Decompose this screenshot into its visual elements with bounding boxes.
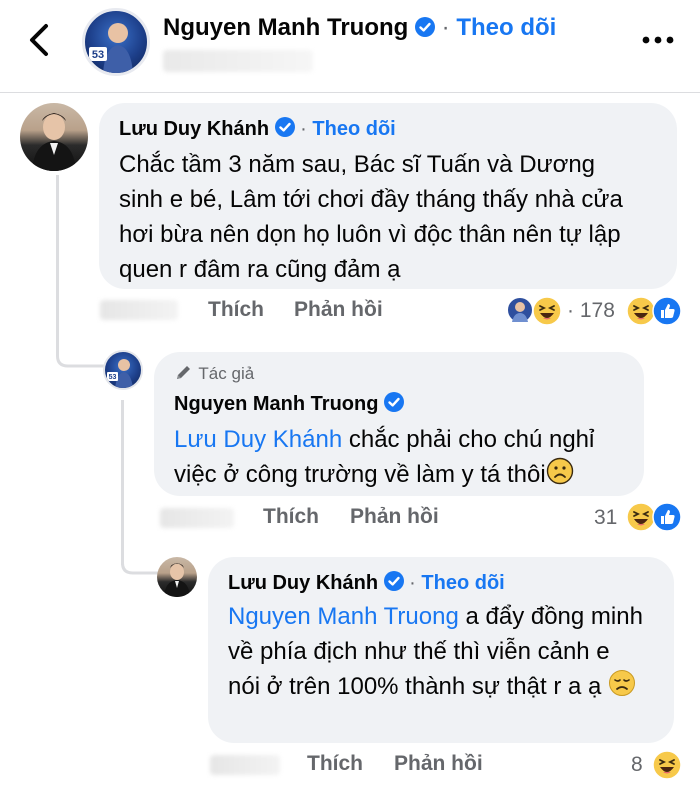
reply-button[interactable]: Phản hồi [350, 505, 439, 529]
comment-time-blurred [160, 508, 234, 528]
author-reply-avatar[interactable]: 53 [103, 350, 143, 390]
header-title: Nguyen Manh Truong · Theo dõi [163, 14, 556, 42]
header-divider [0, 92, 700, 93]
verified-badge-icon [274, 117, 295, 137]
comment-bubble-3: Lưu Duy Khánh · Theo dõi Nguyen Manh Tru… [208, 557, 674, 743]
comment-separator: · [409, 572, 416, 594]
mention-link[interactable]: Lưu Duy Khánh [174, 426, 342, 453]
comment-text: Nguyen Manh Truong a đẩy đồng minh về ph… [228, 599, 648, 704]
frowning-emoji-icon [546, 457, 573, 485]
back-chevron-icon[interactable] [24, 20, 58, 60]
disappointed-emoji-icon [609, 670, 636, 696]
comment-author-line: Lưu Duy Khánh · Theo dõi [228, 571, 505, 595]
commenter-avatar[interactable] [157, 557, 197, 597]
mention-link[interactable]: Nguyen Manh Truong [228, 603, 459, 630]
reaction-count-value: 178 [579, 299, 615, 322]
comment-bubble-2: Tác giả Nguyen Manh Truong Lưu Duy Khánh… [154, 352, 644, 496]
comment-author-name[interactable]: Lưu Duy Khánh [228, 572, 378, 594]
comment-separator: · [300, 118, 307, 140]
header-separator: · [441, 14, 450, 41]
reaction-separator: · [567, 299, 574, 322]
author-tag-label: Tác giả [198, 364, 255, 383]
reply-button[interactable]: Phản hồi [394, 752, 483, 776]
avatar-portrait-icon: 53 [89, 23, 133, 73]
avatar-badge-number: 53 [109, 374, 117, 381]
like-reaction-icon [652, 502, 682, 532]
header-subtitle-blurred [163, 50, 313, 72]
comment-time-blurred [100, 300, 178, 320]
haha-reaction-icon [652, 750, 682, 780]
comment-text: Lưu Duy Khánh chắc phải cho chú nghỉ việ… [174, 422, 624, 492]
reply-button[interactable]: Phản hồi [294, 298, 383, 322]
pencil-icon [177, 366, 190, 379]
post-header: 53 Nguyen Manh Truong · Theo dõi [0, 0, 700, 92]
author-avatar[interactable]: 53 [82, 8, 150, 76]
reaction-count: · 178 [567, 299, 615, 323]
like-button[interactable]: Thích [208, 298, 264, 322]
reaction-count: 8 [631, 753, 643, 776]
like-button[interactable]: Thích [307, 752, 363, 776]
comment-follow-link[interactable]: Theo dõi [312, 118, 395, 140]
header-follow-link[interactable]: Theo dõi [456, 14, 556, 41]
avatar-portrait-icon: 53 [107, 359, 133, 388]
thread-connector-1 [56, 340, 104, 368]
comment-author-name[interactable]: Lưu Duy Khánh [119, 118, 269, 140]
more-options-icon[interactable] [640, 30, 676, 50]
comment-author-line: Nguyen Manh Truong [174, 392, 404, 416]
thread-line-reply [121, 400, 124, 565]
verified-badge-icon [415, 17, 435, 37]
comment-follow-link[interactable]: Theo dõi [421, 572, 504, 594]
author-tag: Tác giả [174, 364, 254, 384]
like-reaction-icon [652, 296, 682, 326]
comment-bubble-1: Lưu Duy Khánh · Theo dõi Chắc tầm 3 năm … [99, 103, 677, 289]
reactor-avatar-icon [506, 296, 534, 324]
comment-author-name[interactable]: Nguyen Manh Truong [174, 393, 378, 415]
comment-text: Chắc tầm 3 năm sau, Bác sĩ Tuấn và Dương… [119, 151, 623, 283]
reaction-count: 31 [594, 506, 618, 529]
verified-badge-icon [383, 571, 404, 591]
header-author-name[interactable]: Nguyen Manh Truong [163, 14, 408, 41]
commenter-avatar[interactable] [20, 103, 88, 171]
comment-time-blurred [210, 755, 280, 775]
comment-author-line: Lưu Duy Khánh · Theo dõi [119, 117, 396, 141]
verified-badge-icon [384, 392, 404, 412]
haha-reaction-icon [532, 296, 562, 326]
avatar-badge-number: 53 [92, 49, 104, 61]
avatar-portrait-icon [164, 563, 190, 597]
like-button[interactable]: Thích [263, 505, 319, 529]
thread-connector-2 [121, 545, 159, 575]
reactor-avatar [506, 296, 534, 324]
thread-line-main [56, 175, 59, 355]
avatar-portrait-icon [32, 113, 76, 171]
